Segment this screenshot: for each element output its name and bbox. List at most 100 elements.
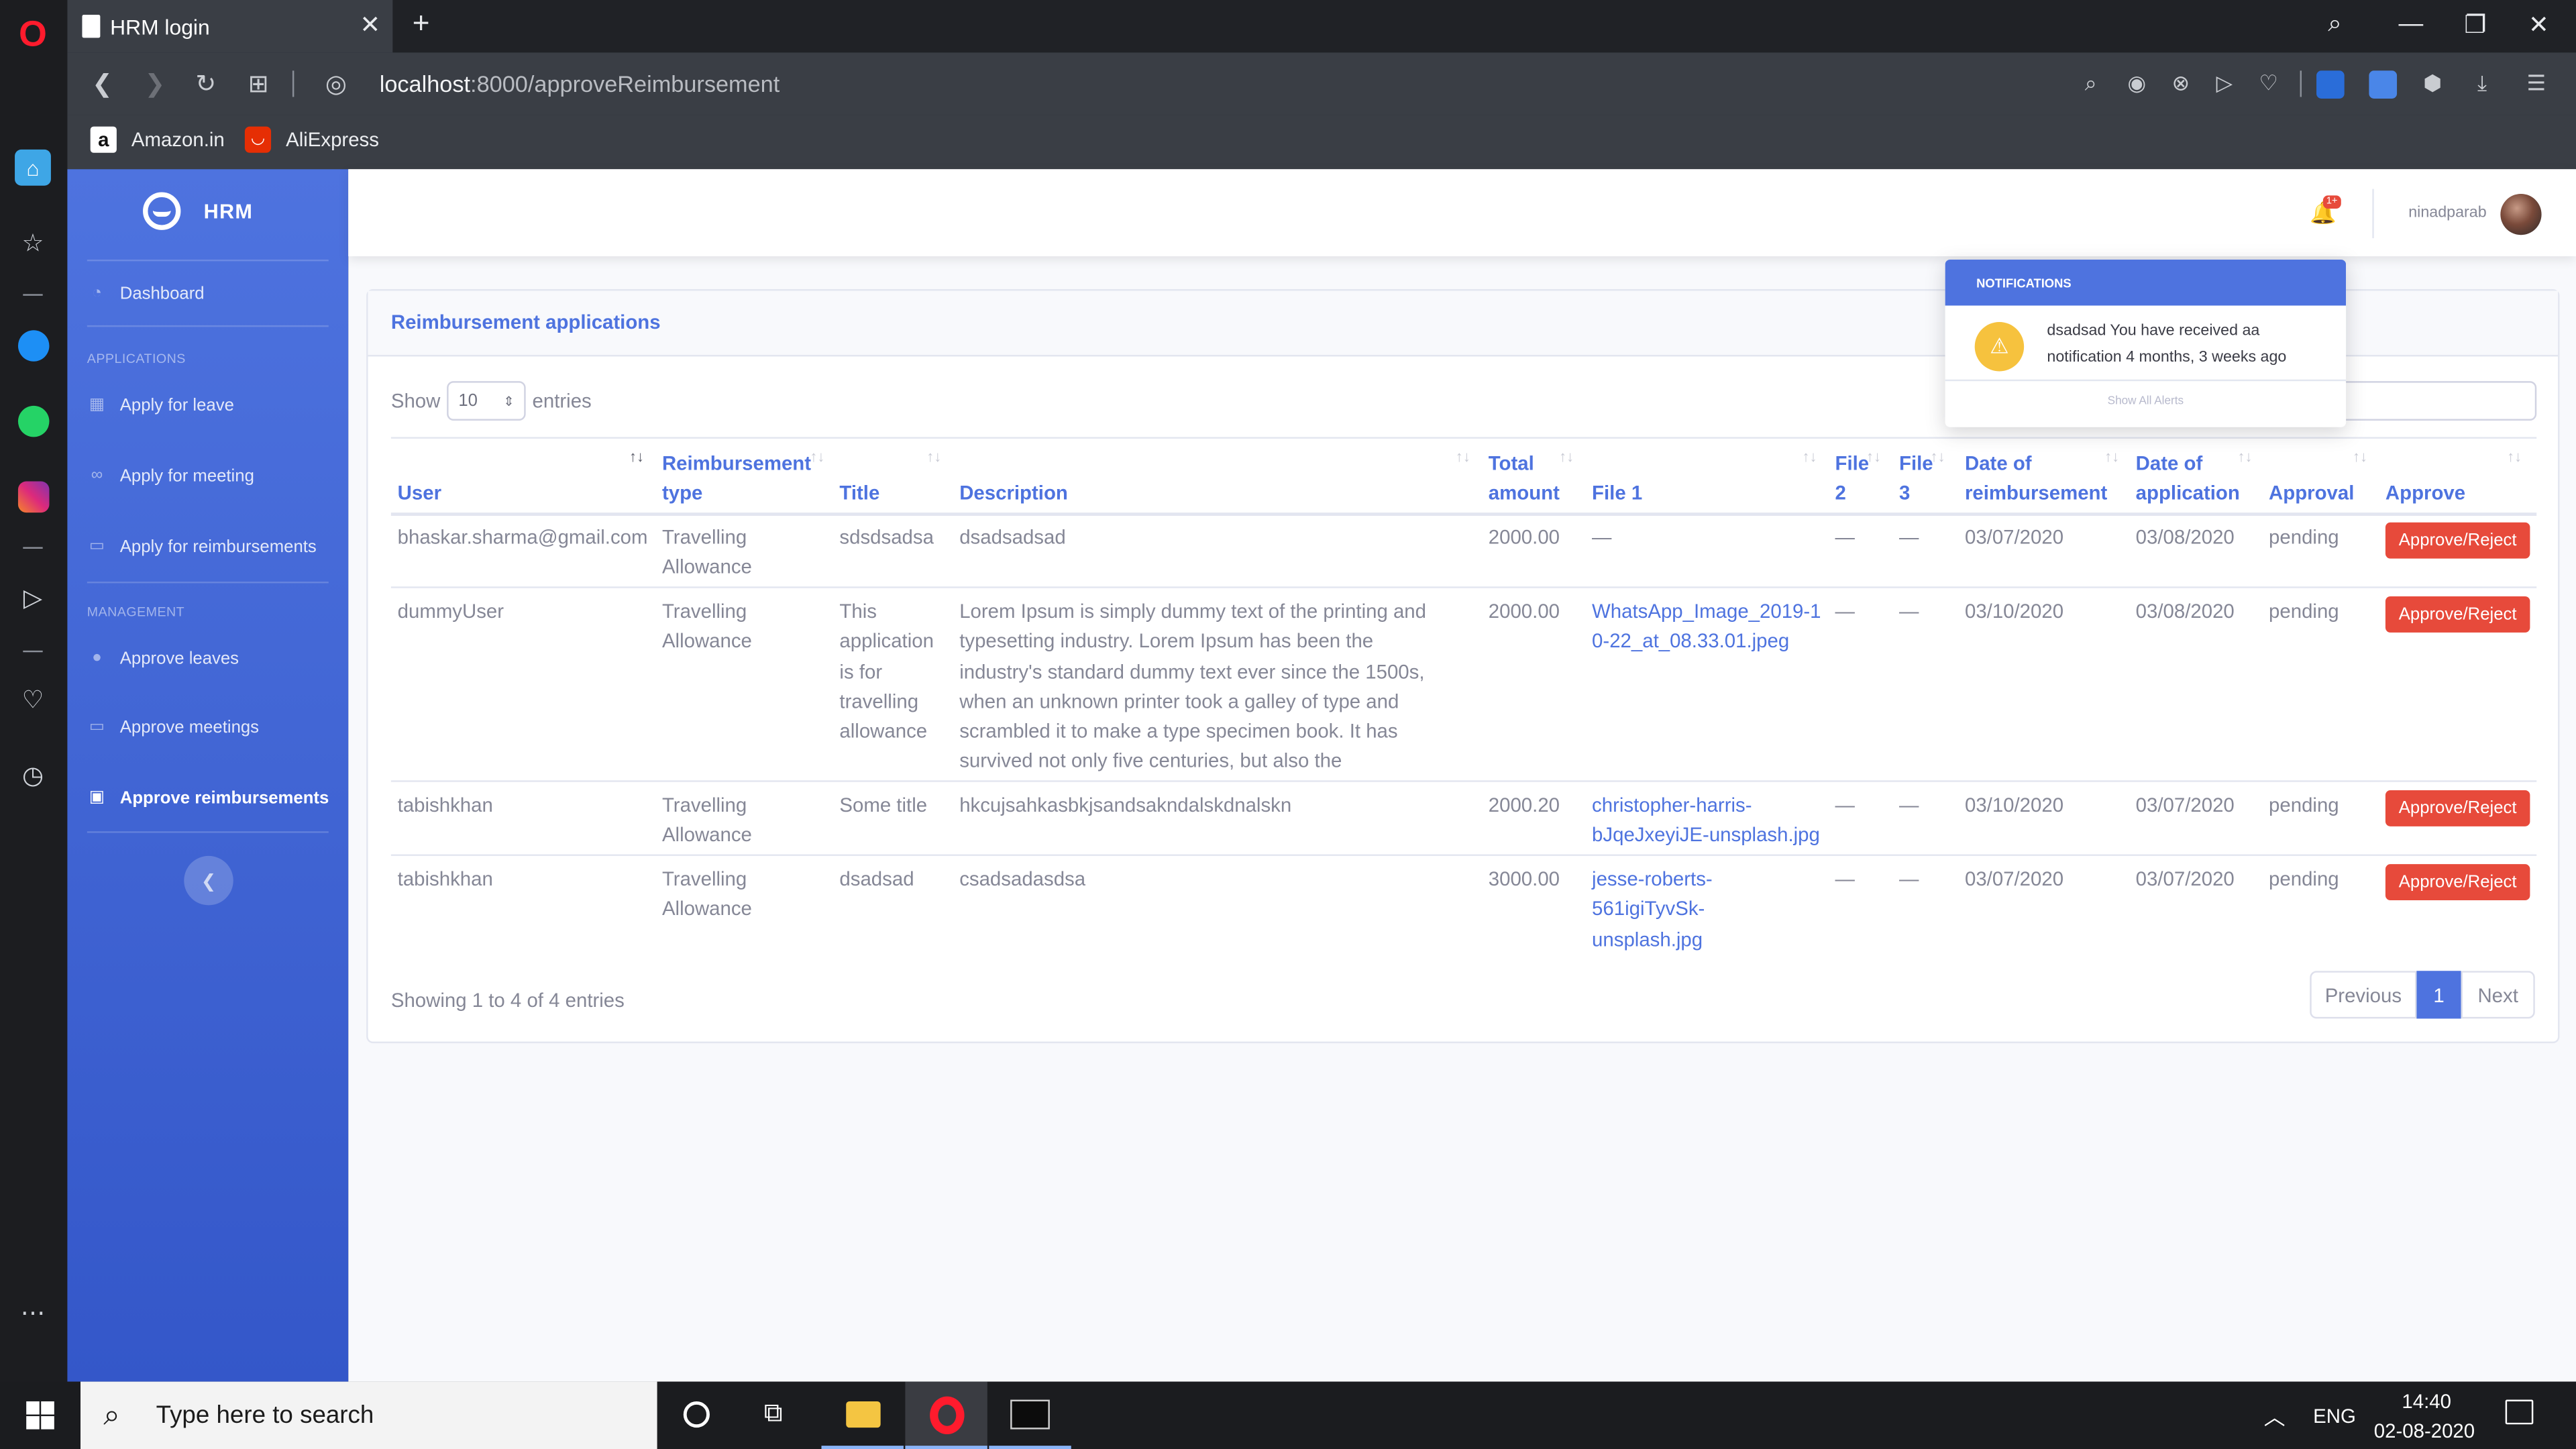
col-user[interactable]: User (398, 478, 441, 508)
translate-icon[interactable] (2316, 70, 2345, 99)
history-icon[interactable]: ◷ (15, 757, 51, 794)
heart-icon[interactable]: ♡ (15, 682, 51, 718)
col-amount[interactable]: Total amount (1489, 449, 1560, 508)
action-center-icon[interactable] (2505, 1399, 2534, 1425)
sort-icon: ↑↓ (1866, 448, 1882, 466)
download-icon[interactable]: ⤓ (2477, 70, 2487, 97)
close-tab-icon[interactable]: ✕ (360, 10, 380, 40)
sidebar-item-apply-reimbursements[interactable]: ▭ Apply for reimbursements (87, 532, 333, 561)
sidebar-heading: APPLICATIONS (87, 352, 186, 367)
back-icon[interactable]: ❮ (92, 69, 113, 99)
sidebar-item-approve-leaves[interactable]: ● Approve leaves (87, 644, 333, 674)
avatar[interactable] (2500, 193, 2542, 235)
opera-logo-icon[interactable]: O (16, 15, 49, 52)
col-date-reimbursement[interactable]: Date of reimbursement (1965, 449, 2107, 508)
col-title[interactable]: Title (839, 478, 879, 508)
forward-icon[interactable]: ❯ (145, 69, 166, 99)
search-icon[interactable]: ⌕ (2328, 10, 2342, 38)
folder-icon (846, 1401, 881, 1428)
cell-user: bhaskar.sharma@gmail.com (397, 525, 648, 549)
file-link[interactable]: WhatsApp_Image_2019-10-22_at_08.33.01.jp… (1592, 596, 1832, 657)
star-icon[interactable]: ☆ (15, 225, 51, 262)
taskbar-search-box[interactable]: ⌕ Type here to search (80, 1381, 657, 1449)
adblock-icon[interactable]: ⊗ (2172, 70, 2190, 97)
more-icon[interactable]: ⋯ (15, 1295, 51, 1331)
col-file1[interactable]: File 1 (1592, 478, 1642, 508)
reload-icon[interactable]: ↻ (195, 69, 216, 99)
language-indicator[interactable]: ENG (2313, 1405, 2356, 1428)
col-approval[interactable]: Approval (2269, 478, 2354, 508)
play-icon[interactable]: ▷ (2216, 70, 2233, 97)
col-file3[interactable]: File 3 (1899, 449, 1933, 508)
send-icon[interactable]: ▷ (15, 580, 51, 616)
windows-start-icon[interactable] (26, 1401, 54, 1430)
file-link[interactable]: jesse-roberts-561igiTyvSk-unsplash.jpg (1592, 864, 1743, 954)
cortana-icon[interactable] (683, 1401, 710, 1428)
show-hidden-icons-icon[interactable]: ︿ (2264, 1400, 2286, 1432)
col-file2[interactable]: File 2 (1835, 449, 1870, 508)
cube-icon[interactable]: ⬢ (2423, 70, 2442, 97)
task-view-icon[interactable]: ⧉ (764, 1400, 783, 1430)
col-approve[interactable]: Approve (2385, 478, 2465, 508)
minimize-icon[interactable]: — (2399, 10, 2424, 38)
camera-icon[interactable]: ◉ (2127, 70, 2146, 97)
sidebar-toggle-button[interactable]: ❮ (184, 855, 233, 906)
taskbar-opera[interactable] (905, 1381, 987, 1449)
whatsapp-icon[interactable] (15, 402, 51, 439)
alerts-button[interactable]: 🔔 1+ (2306, 195, 2346, 233)
tab-hrm-login[interactable]: HRM login ✕ (67, 0, 393, 53)
brand[interactable]: HRM (143, 192, 253, 230)
col-date-application[interactable]: Date of application (2136, 449, 2240, 508)
approve-reject-button[interactable]: Approve/Reject (2385, 522, 2530, 559)
clock-time[interactable]: 14:40 (2402, 1390, 2451, 1413)
tabs-grid-icon[interactable]: ⊞ (248, 69, 269, 99)
notification-item[interactable]: ⚠ dsadsad You have received aa notificat… (1945, 306, 2347, 382)
entries-select[interactable]: 10 ⇕ (447, 381, 526, 421)
restore-icon[interactable]: ❐ (2464, 10, 2486, 40)
sidebar-item-approve-reimbursements[interactable]: ▣ Approve reimbursements (87, 784, 333, 813)
cell-amount: 3000.00 (1488, 867, 1560, 891)
page-1-button[interactable]: 1 (2416, 971, 2461, 1019)
heart-icon[interactable]: ♡ (2259, 70, 2278, 97)
tab-bar: HRM login ✕ + ⌕ — ❐ ✕ (67, 0, 2576, 53)
username[interactable]: ninadparab (2408, 204, 2486, 222)
new-tab-button[interactable]: + (413, 7, 430, 41)
sidebar-divider (87, 581, 329, 584)
search-input[interactable] (2322, 381, 2537, 421)
url-field[interactable]: localhost:8000/approveReimbursement (380, 69, 780, 99)
sort-icon: ↑↓ (2237, 448, 2253, 466)
col-type[interactable]: Reimbursement type (662, 449, 811, 508)
next-button[interactable]: Next (2461, 971, 2535, 1019)
cell-file2: — (1835, 793, 1855, 817)
previous-button[interactable]: Previous (2310, 971, 2417, 1019)
col-description[interactable]: Description (959, 478, 1068, 508)
home-icon[interactable]: ⌂ (15, 149, 51, 186)
opera-icon (930, 1396, 965, 1434)
sidebar-item-apply-meeting[interactable]: ∞ Apply for meeting (87, 462, 333, 491)
messenger-icon[interactable] (15, 327, 51, 363)
file-link[interactable]: christopher-harris-bJqeJxeyiJE-unsplash.… (1592, 790, 1832, 851)
cell-date-application: 03/08/2020 (2135, 599, 2235, 623)
show-all-alerts-link[interactable]: Show All Alerts (1945, 396, 2347, 407)
bookmark-label: AliExpress (286, 128, 379, 152)
screen: O ⌂ ☆ ▷ ♡ ◷ ⋯ HRM login ✕ + ⌕ — ❐ ✕ ❮ ❯ … (0, 0, 2576, 1449)
approve-reject-button[interactable]: Approve/Reject (2385, 864, 2530, 901)
clock-date[interactable]: 02-08-2020 (2374, 1419, 2475, 1442)
sidebar-item-dashboard[interactable]: ◔ Dashboard (87, 279, 333, 309)
close-window-icon[interactable]: ✕ (2528, 10, 2549, 40)
cell-date-application: 03/07/2020 (2135, 867, 2235, 891)
taskbar-file-explorer[interactable] (821, 1382, 904, 1449)
sidebar-item-approve-meetings[interactable]: ▭ Approve meetings (87, 713, 333, 743)
approve-reject-button[interactable]: Approve/Reject (2385, 596, 2530, 633)
windows-taskbar: ⌕ Type here to search ⧉ ︿ ENG 14:40 02-0… (0, 1381, 2576, 1449)
google-translate-icon[interactable] (2369, 70, 2398, 99)
bookmark-amazon[interactable]: a Amazon.in (90, 125, 225, 154)
sidebar-item-apply-leave[interactable]: ▦ Apply for leave (87, 391, 333, 421)
zoom-icon[interactable]: ⌕ (2085, 70, 2097, 97)
bookmark-aliexpress[interactable]: ◡ AliExpress (244, 125, 379, 154)
taskbar-terminal[interactable] (989, 1382, 1071, 1449)
cell-date-reimbursement: 03/07/2020 (1964, 867, 2064, 891)
settings-icon[interactable]: ☰ (2527, 70, 2546, 97)
approve-reject-button[interactable]: Approve/Reject (2385, 790, 2530, 826)
instagram-icon[interactable] (15, 478, 51, 515)
